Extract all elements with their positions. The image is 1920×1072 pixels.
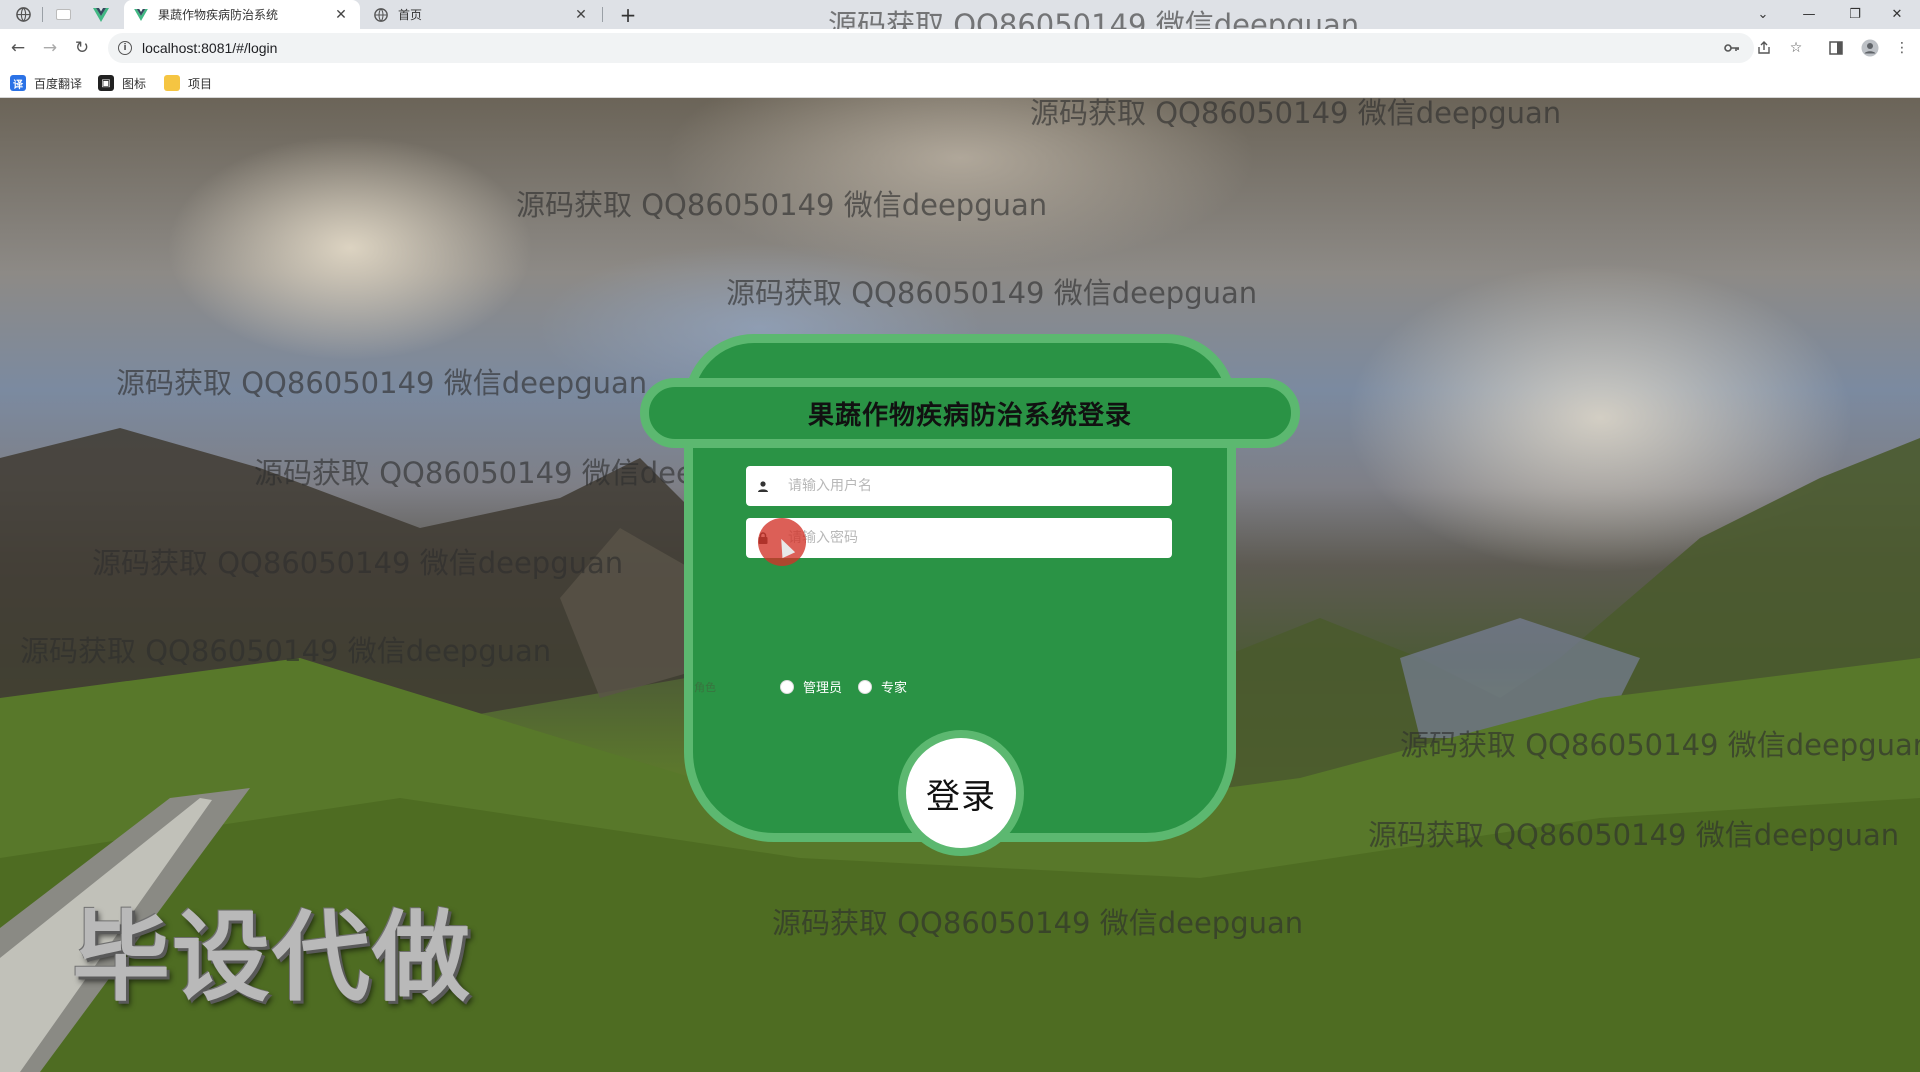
role-option-label: 管理员 [803,681,843,696]
radio-button[interactable] [780,679,794,694]
pinned-tab-vue[interactable] [84,0,118,29]
watermark-text: 源码获取 QQ86050149 微信deepguan [1030,98,1562,130]
menu-kebab-icon[interactable]: ⋮ [1892,38,1912,58]
tab-title: 果蔬作物疾病防治系统 [158,8,279,22]
bookmark-star-icon[interactable]: ☆ [1786,38,1806,58]
bookmark-label: 图标 [122,76,147,91]
password-input[interactable] [780,530,1172,546]
url-text: localhost:8081/#/login [142,40,278,56]
arrow-left-icon: ← [10,38,26,58]
bookmark-label: 百度翻译 [34,76,83,91]
minimize-button[interactable]: — [1786,0,1832,29]
blank-page-icon [55,9,71,20]
globe-icon [15,7,31,22]
globe-icon [374,7,388,22]
restore-button[interactable]: ❐ [1832,0,1878,29]
tab-separator [602,7,603,22]
watermark-text: 源码获取 QQ86050149 微信deepguan [1368,818,1900,852]
tab-title: 首页 [398,8,423,22]
close-window-button[interactable]: ✕ [1874,0,1920,29]
watermark-text: 源码获取 QQ86050149 微信deepguan [20,634,552,668]
site-info-icon[interactable]: i [118,41,132,55]
reload-icon: ↻ [74,38,90,58]
bookmark-projects[interactable]: 项目 [164,73,212,93]
watermark-text: 源码获取 QQ86050149 微信deepguan [772,906,1304,940]
chevron-down-icon: ⌄ [1757,7,1769,22]
close-tab-icon[interactable]: ✕ [332,7,350,23]
pinned-tab-blank[interactable] [46,0,80,29]
login-button[interactable]: 登录 [898,730,1024,856]
tab-search-button[interactable]: ⌄ [1740,0,1786,29]
login-title-banner: 果蔬作物疾病防治系统登录 [640,378,1300,448]
username-field[interactable] [746,466,1172,506]
bookmark-baidu-translate[interactable]: 译 百度翻译 [10,73,82,93]
vue-logo-icon [134,8,148,21]
user-icon [746,480,780,492]
share-icon[interactable] [1754,38,1774,58]
big-watermark-text: 毕设代做 [72,901,473,1015]
pinned-tab-globe[interactable] [6,0,40,29]
role-option-label: 专家 [881,681,908,696]
username-input[interactable] [780,478,1172,494]
image-icon: ▣ [98,75,114,91]
bookmark-icons[interactable]: ▣ 图标 [98,73,146,93]
watermark-text: 源码获取 QQ86050149 微信deepguan [1400,728,1920,762]
password-field[interactable] [746,518,1172,558]
bookmark-label: 项目 [188,76,213,91]
radio-button[interactable] [858,679,872,694]
address-bar[interactable]: i localhost:8081/#/login [108,33,1754,63]
role-option-expert[interactable]: 专家 [858,677,907,696]
tab-login-page[interactable]: 果蔬作物疾病防治系统 ✕ [124,0,360,29]
tab-separator [42,7,43,22]
plus-icon: + [619,2,637,27]
browser-toolbar: ← → ↻ i localhost:8081/#/login ☆ ⋮ [0,29,1920,67]
watermark-text: 源码获取 QQ86050149 微信deepguan [92,546,624,580]
role-option-admin[interactable]: 管理员 [780,677,842,696]
close-icon: ✕ [1891,7,1903,22]
watermark-text: 源码获取 QQ86050149 微信deepguan [116,366,648,400]
vue-logo-icon [93,7,109,22]
watermark-text: 源码获取 QQ86050149 微信deepguan [516,188,1048,222]
bookmarks-bar: 译 百度翻译 ▣ 图标 项目 [0,67,1920,98]
role-label: 角色 [694,681,716,694]
minimize-icon: — [1802,7,1816,22]
forward-button[interactable]: → [36,34,64,62]
profile-avatar-icon[interactable] [1860,38,1880,58]
page-background: 源码获取 QQ86050149 微信deepguan 源码获取 QQ860501… [0,98,1920,1072]
password-key-icon[interactable] [1722,38,1742,58]
side-panel-icon[interactable] [1826,38,1846,58]
watermark-text: 源码获取 QQ86050149 微信deepguan [726,276,1258,310]
arrow-right-icon: → [42,38,58,58]
back-button[interactable]: ← [4,34,32,62]
translate-icon: 译 [10,75,26,91]
login-title: 果蔬作物疾病防治系统登录 [807,400,1132,431]
tab-home-page[interactable]: 首页 ✕ [364,0,600,29]
folder-icon [164,75,180,91]
tab-strip: 果蔬作物疾病防治系统 ✕ 首页 ✕ + 源码获取 QQ86050149 微信de… [0,0,1920,42]
new-tab-button[interactable]: + [614,0,642,29]
restore-icon: ❐ [1849,7,1861,22]
close-tab-icon[interactable]: ✕ [572,7,590,23]
reload-button[interactable]: ↻ [68,34,96,62]
